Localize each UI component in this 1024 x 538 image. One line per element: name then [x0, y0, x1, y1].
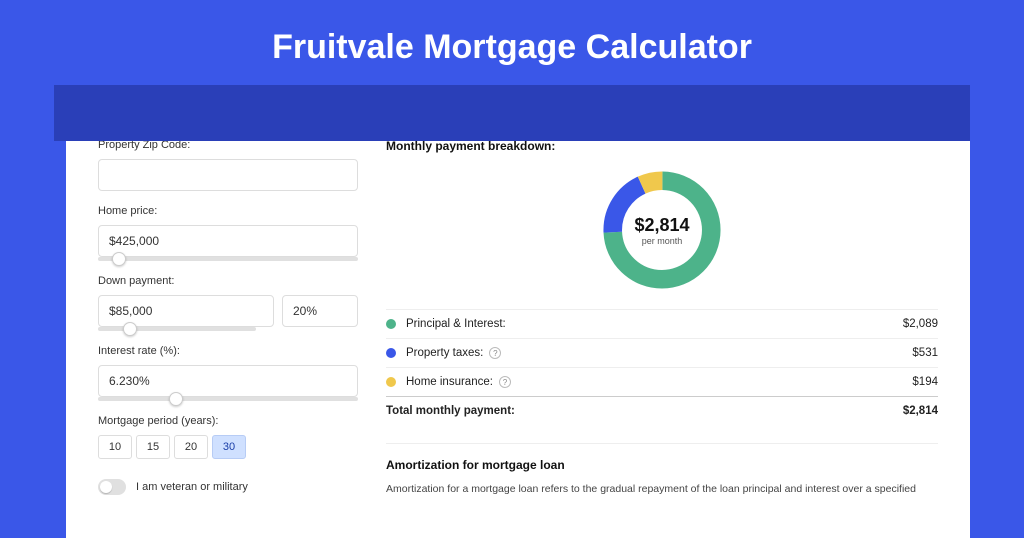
down-payment-slider[interactable] [98, 327, 256, 331]
line-total: Total monthly payment: $2,814 [386, 396, 938, 425]
donut-amount: $2,814 [634, 215, 689, 236]
interest-group: Interest rate (%): [98, 345, 358, 401]
period-buttons: 10 15 20 30 [98, 435, 358, 459]
line-taxes-value: $531 [912, 347, 938, 359]
down-payment-label: Down payment: [98, 275, 358, 287]
home-price-input[interactable] [98, 225, 358, 257]
down-payment-pct-input[interactable] [282, 295, 358, 327]
period-15-button[interactable]: 15 [136, 435, 170, 459]
form-column: Property Zip Code: Home price: Down paym… [98, 139, 358, 498]
line-principal: Principal & Interest: $2,089 [386, 309, 938, 338]
page-title: Fruitvale Mortgage Calculator [0, 0, 1024, 85]
line-taxes: Property taxes: ? $531 [386, 338, 938, 367]
amortization-title: Amortization for mortgage loan [386, 458, 938, 472]
period-group: Mortgage period (years): 10 15 20 30 [98, 415, 358, 459]
amortization-text: Amortization for a mortgage loan refers … [386, 482, 938, 498]
interest-slider[interactable] [98, 397, 358, 401]
calculator-card: Property Zip Code: Home price: Down paym… [66, 113, 970, 538]
period-label: Mortgage period (years): [98, 415, 358, 427]
period-20-button[interactable]: 20 [174, 435, 208, 459]
line-principal-value: $2,089 [903, 318, 938, 330]
dot-principal-icon [386, 319, 396, 329]
zip-field-group: Property Zip Code: [98, 139, 358, 191]
veteran-toggle-row: I am veteran or military [98, 479, 358, 495]
dot-taxes-icon [386, 348, 396, 358]
down-payment-group: Down payment: [98, 275, 358, 331]
interest-slider-thumb[interactable] [169, 392, 183, 406]
interest-input[interactable] [98, 365, 358, 397]
payment-donut-chart: $2,814 per month [597, 165, 727, 295]
breakdown-title: Monthly payment breakdown: [386, 139, 938, 153]
down-payment-slider-thumb[interactable] [123, 322, 137, 336]
donut-sub: per month [642, 236, 683, 246]
period-10-button[interactable]: 10 [98, 435, 132, 459]
zip-input[interactable] [98, 159, 358, 191]
veteran-label: I am veteran or military [136, 481, 248, 493]
info-icon[interactable]: ? [499, 376, 511, 388]
interest-label: Interest rate (%): [98, 345, 358, 357]
line-insurance-value: $194 [912, 376, 938, 388]
donut-center: $2,814 per month [597, 165, 727, 295]
line-insurance: Home insurance: ? $194 [386, 367, 938, 396]
home-price-label: Home price: [98, 205, 358, 217]
breakdown-column: Monthly payment breakdown: $2,814 per mo… [386, 139, 938, 498]
header-band [54, 85, 970, 141]
down-payment-input[interactable] [98, 295, 274, 327]
period-30-button[interactable]: 30 [212, 435, 246, 459]
dot-insurance-icon [386, 377, 396, 387]
home-price-slider-thumb[interactable] [112, 252, 126, 266]
donut-wrap: $2,814 per month [386, 157, 938, 309]
line-insurance-label: Home insurance: [406, 376, 493, 388]
veteran-toggle[interactable] [98, 479, 126, 495]
home-price-group: Home price: [98, 205, 358, 261]
line-principal-label: Principal & Interest: [406, 318, 506, 330]
info-icon[interactable]: ? [489, 347, 501, 359]
amortization-section: Amortization for mortgage loan Amortizat… [386, 443, 938, 498]
home-price-slider[interactable] [98, 257, 358, 261]
line-total-label: Total monthly payment: [386, 405, 515, 417]
line-total-value: $2,814 [903, 405, 938, 417]
line-taxes-label: Property taxes: [406, 347, 483, 359]
